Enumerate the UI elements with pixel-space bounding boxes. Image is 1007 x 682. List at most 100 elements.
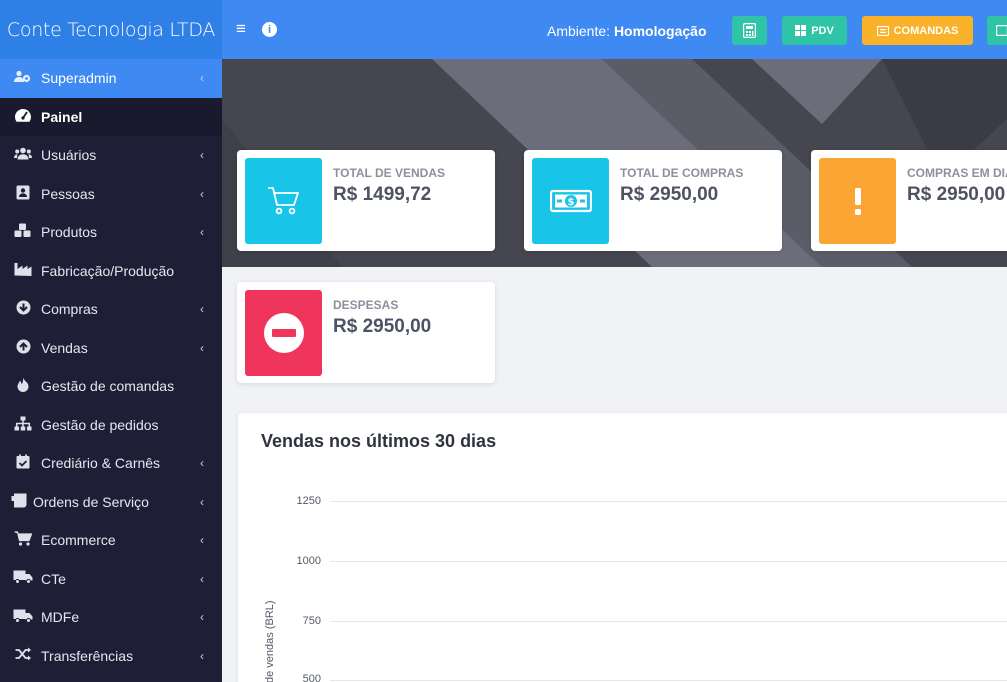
receipt-icon bbox=[11, 493, 27, 511]
chevron-left-icon: ‹ bbox=[200, 494, 204, 509]
sidebar-item-label: Pessoas bbox=[41, 185, 95, 202]
fire-icon bbox=[13, 377, 33, 395]
random-icon bbox=[13, 647, 33, 664]
sidebar: Superadmin ‹ Painel Usuários ‹ Pessoas ‹… bbox=[0, 59, 222, 682]
sidebar-item-label: Gestão de pedidos bbox=[41, 416, 159, 433]
grid-line bbox=[330, 621, 1007, 622]
y-tick-label: 500 bbox=[302, 673, 321, 682]
card-icon-box bbox=[245, 290, 322, 376]
sidebar-item-label: Ordens de Serviço bbox=[33, 493, 149, 510]
sidebar-item-label: Compras bbox=[41, 301, 98, 318]
chevron-left-icon: ‹ bbox=[200, 533, 204, 548]
chevron-left-icon: ‹ bbox=[200, 340, 204, 355]
pdv-button[interactable]: PDV bbox=[782, 16, 847, 45]
sidebar-item-label: Produtos bbox=[41, 224, 98, 241]
card-total-compras: $ TOTAL DE COMPRAS R$ 2950,00 bbox=[524, 150, 782, 251]
comandas-button[interactable]: COMANDAS bbox=[862, 16, 973, 45]
chevron-left-icon: ‹ bbox=[200, 302, 204, 317]
window-icon bbox=[996, 25, 1007, 36]
truck-icon bbox=[13, 570, 33, 587]
card-value: R$ 2950,00 bbox=[333, 316, 432, 337]
y-tick-label: 1250 bbox=[296, 495, 321, 507]
exclamation-icon bbox=[854, 188, 861, 215]
sidebar-item-crediario[interactable]: Crediário & Carnês ‹ bbox=[0, 444, 222, 483]
chart-title: Vendas nos últimos 30 dias bbox=[261, 431, 497, 451]
arrow-up-circle-icon bbox=[13, 339, 33, 357]
chevron-left-icon: ‹ bbox=[200, 648, 204, 663]
sidebar-item-produtos[interactable]: Produtos ‹ bbox=[0, 213, 222, 252]
sidebar-item-mdfe[interactable]: MDFe ‹ bbox=[0, 598, 222, 637]
card-compras-em-dia: COMPRAS EM DIA R$ 2950,00 bbox=[811, 150, 1007, 251]
card-despesas: DESPESAS R$ 2950,00 bbox=[237, 282, 495, 383]
shopping-cart-icon bbox=[267, 187, 299, 215]
chevron-left-icon: ‹ bbox=[200, 456, 204, 471]
card-icon-box: $ bbox=[532, 158, 609, 244]
grid-line bbox=[330, 501, 1007, 502]
pdv-label: PDV bbox=[811, 24, 834, 37]
sidebar-item-label: Gestão de comandas bbox=[41, 378, 175, 395]
sidebar-item-label: Superadmin bbox=[41, 70, 117, 87]
sidebar-item-transferencias[interactable]: Transferências ‹ bbox=[0, 637, 222, 676]
environment-value: Homologação bbox=[613, 23, 707, 39]
sidebar-item-ecommerce[interactable]: Ecommerce ‹ bbox=[0, 521, 222, 560]
card-value: R$ 2950,00 bbox=[620, 184, 719, 205]
card-total-vendas: TOTAL DE VENDAS R$ 1499,72 bbox=[237, 150, 495, 251]
sidebar-item-label: Vendas bbox=[41, 339, 88, 356]
sidebar-item-superadmin[interactable]: Superadmin ‹ bbox=[0, 59, 222, 98]
sales-chart-panel: Vendas nos últimos 30 dias 1250 1000 750… bbox=[238, 413, 1007, 682]
sidebar-item-vendas[interactable]: Vendas ‹ bbox=[0, 329, 222, 368]
menu-toggle-icon[interactable]: ≡ bbox=[236, 19, 246, 39]
chevron-left-icon: ‹ bbox=[200, 571, 204, 586]
sidebar-item-compras[interactable]: Compras ‹ bbox=[0, 290, 222, 329]
list-alt-icon bbox=[876, 25, 889, 36]
minus-circle-icon bbox=[263, 313, 304, 353]
sidebar-item-label: MDFe bbox=[41, 609, 80, 626]
grid-line bbox=[330, 680, 1007, 681]
calendar-check-icon bbox=[13, 454, 33, 472]
sitemap-icon bbox=[13, 416, 33, 434]
y-axis-label: de vendas (BRL) bbox=[264, 600, 276, 682]
users-icon bbox=[13, 147, 33, 163]
address-card-icon bbox=[13, 185, 33, 203]
card-label: COMPRAS EM DIA bbox=[907, 166, 1007, 180]
users-cog-icon bbox=[13, 70, 33, 86]
calculator-icon bbox=[743, 23, 756, 38]
y-tick-label: 750 bbox=[302, 615, 321, 627]
info-icon[interactable]: i bbox=[262, 22, 277, 37]
grid-icon bbox=[795, 25, 807, 36]
sidebar-item-usuarios[interactable]: Usuários ‹ bbox=[0, 136, 222, 175]
shopping-cart-icon bbox=[13, 531, 33, 549]
sidebar-item-fabricacao[interactable]: Fabricação/Produção bbox=[0, 252, 222, 291]
sidebar-item-cte[interactable]: CTe ‹ bbox=[0, 560, 222, 599]
industry-icon bbox=[13, 262, 33, 279]
card-label: TOTAL DE VENDAS bbox=[333, 166, 446, 180]
chevron-left-icon: ‹ bbox=[200, 225, 204, 240]
sidebar-item-label: Crediário & Carnês bbox=[41, 455, 161, 472]
sidebar-item-label: Fabricação/Produção bbox=[41, 262, 175, 279]
card-label: DESPESAS bbox=[333, 298, 399, 312]
card-value: R$ 1499,72 bbox=[333, 184, 432, 205]
sidebar-item-gestao-comandas[interactable]: Gestão de comandas bbox=[0, 367, 222, 406]
environment-label: Ambiente: bbox=[547, 23, 611, 39]
sidebar-item-label: CTe bbox=[41, 570, 66, 587]
arrow-down-circle-icon bbox=[13, 300, 33, 318]
sidebar-item-painel[interactable]: Painel bbox=[0, 97, 222, 136]
y-tick-label: 1000 bbox=[296, 555, 321, 567]
brand-title[interactable]: Conte Tecnologia LTDA bbox=[0, 0, 222, 59]
card-value: R$ 2950,00 bbox=[907, 184, 1006, 205]
top-navbar: ≡ i Ambiente: Homologação PDV COMANDAS bbox=[222, 0, 1007, 59]
sidebar-item-ordens-servico[interactable]: Ordens de Serviço ‹ bbox=[0, 483, 222, 522]
truck-icon bbox=[13, 609, 33, 626]
comandas-label: COMANDAS bbox=[893, 24, 959, 37]
chevron-left-icon: ‹ bbox=[200, 148, 204, 163]
card-label: TOTAL DE COMPRAS bbox=[620, 166, 744, 180]
sidebar-item-label: Painel bbox=[41, 108, 83, 125]
sidebar-item-label: Usuários bbox=[41, 147, 97, 164]
sidebar-item-gestao-pedidos[interactable]: Gestão de pedidos bbox=[0, 406, 222, 445]
extra-action-button[interactable] bbox=[987, 16, 1007, 45]
svg-text:$: $ bbox=[567, 197, 574, 208]
tachometer-icon bbox=[13, 108, 33, 125]
sidebar-item-pessoas[interactable]: Pessoas ‹ bbox=[0, 175, 222, 214]
calculator-button[interactable] bbox=[732, 16, 767, 45]
sidebar-item-label: Ecommerce bbox=[41, 532, 116, 549]
